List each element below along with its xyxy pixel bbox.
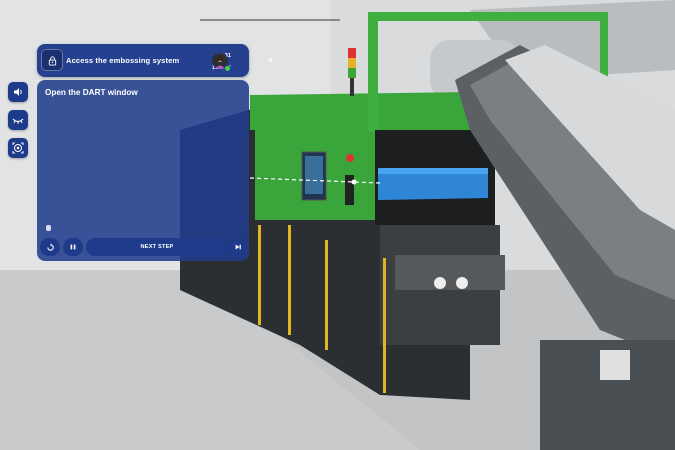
skip-icon	[235, 244, 241, 250]
skip-button[interactable]	[229, 238, 247, 256]
scrollbar[interactable]	[46, 225, 51, 231]
volume-button[interactable]	[8, 82, 28, 102]
panel-title: Access the embossing system	[66, 56, 180, 65]
replay-button[interactable]	[40, 238, 60, 256]
pause-button[interactable]	[63, 238, 83, 256]
step-instruction: Open the DART window	[45, 88, 138, 97]
pause-icon	[70, 244, 76, 250]
online-status-dot	[224, 65, 231, 72]
next-step-button[interactable]: NEXT STEP	[86, 238, 228, 256]
close-button[interactable]: ×	[268, 56, 273, 65]
target-icon	[12, 142, 24, 154]
replay-icon	[46, 242, 54, 251]
step-panel: Open the DART window	[37, 80, 249, 261]
lock-button[interactable]	[41, 49, 63, 71]
target-button[interactable]	[8, 138, 28, 158]
next-step-label: NEXT STEP	[140, 244, 174, 250]
volume-icon	[14, 88, 22, 96]
panel-header: Access the embossing system 15:31 100% ▮…	[37, 44, 273, 77]
eye-icon	[12, 118, 24, 124]
view-button[interactable]	[8, 110, 28, 130]
lock-icon	[48, 55, 56, 66]
